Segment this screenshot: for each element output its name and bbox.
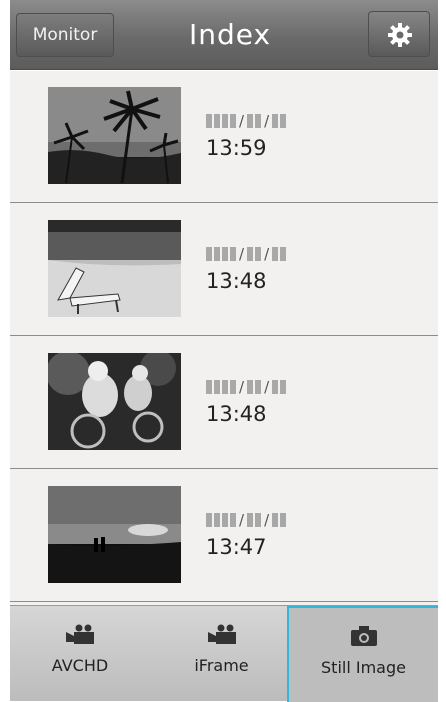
camera-icon — [351, 626, 377, 646]
bottom-tab-bar: AVCHD iFrame Still Image — [10, 605, 438, 702]
list-item[interactable]: / / 13:47 — [10, 470, 438, 602]
time-label: 13:48 — [206, 402, 267, 426]
video-camera-icon — [208, 624, 236, 644]
thumbnail-beach-chair — [48, 220, 181, 317]
list-item[interactable]: / / 13:59 — [10, 71, 438, 203]
list-item[interactable]: / / 13:48 — [10, 204, 438, 336]
media-list: / / 13:59 / / 13:48 / / 13:48 / / 13:47 — [10, 71, 438, 605]
page-title: Index — [188, 18, 272, 51]
tab-label: iFrame — [194, 656, 249, 675]
time-label: 13:47 — [206, 535, 267, 559]
tab-label: Still Image — [321, 658, 406, 677]
tab-label: AVCHD — [51, 656, 109, 675]
thumbnail-palm-trees — [48, 87, 181, 184]
date-label: / / — [206, 112, 288, 130]
gear-icon — [388, 23, 412, 47]
thumbnail-cyclists — [48, 353, 181, 450]
time-label: 13:59 — [206, 136, 267, 160]
tab-iframe[interactable]: iFrame — [150, 606, 293, 702]
monitor-button[interactable]: Monitor — [16, 13, 114, 57]
tab-avchd[interactable]: AVCHD — [10, 606, 150, 702]
date-label: / / — [206, 511, 288, 529]
thumbnail-sunset-beach — [48, 486, 181, 583]
settings-button[interactable] — [368, 11, 430, 57]
app-screen: Monitor Index / / 13:59 / / 13:48 / / 13… — [10, 0, 438, 702]
date-label: / / — [206, 378, 288, 396]
time-label: 13:48 — [206, 269, 267, 293]
list-item[interactable]: / / 13:48 — [10, 337, 438, 469]
tab-still-image[interactable]: Still Image — [287, 606, 438, 702]
header-bar: Monitor Index — [10, 0, 438, 70]
date-label: / / — [206, 245, 288, 263]
video-camera-icon — [66, 624, 94, 644]
